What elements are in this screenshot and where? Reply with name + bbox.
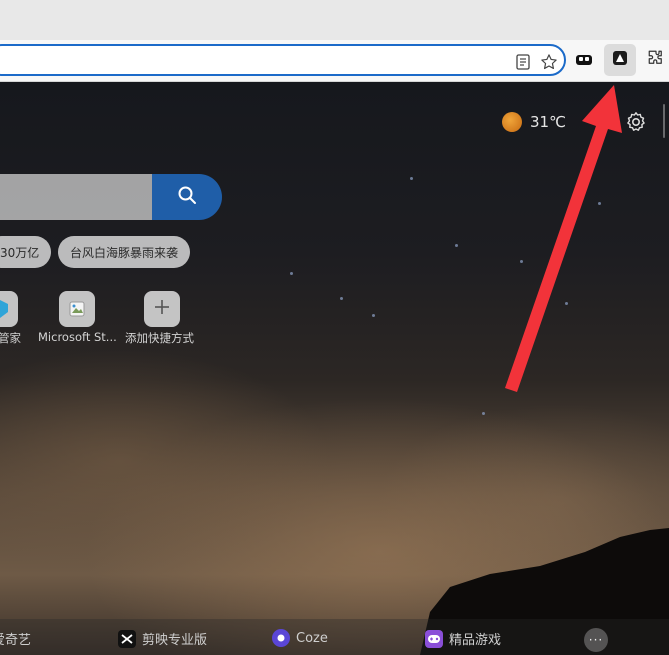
bottom-app-jianying[interactable]: 剪映专业版 [118, 629, 207, 648]
bottom-app-iqiyi[interactable]: 爱奇艺 [0, 629, 31, 648]
browser-toolbar [0, 40, 669, 82]
address-bar[interactable] [0, 44, 566, 76]
new-tab-page: 31℃ 30万亿 台风白海豚暴雨来袭 管家 Microsoft St... 添加… [0, 82, 669, 655]
app-label: 爱奇艺 [0, 633, 32, 648]
extension-active-button[interactable] [604, 44, 636, 76]
extension-toolbox-icon [575, 51, 593, 70]
jianying-icon [118, 629, 136, 648]
gamepad-icon [425, 629, 443, 648]
app-label: 精品游戏 [449, 633, 502, 648]
app-label: 剪映专业版 [142, 633, 208, 648]
extensions-puzzle-button[interactable] [640, 44, 669, 76]
coze-icon [272, 629, 290, 647]
bottom-app-bar [0, 619, 669, 655]
extension-active-icon [612, 50, 628, 70]
bottom-app-coze[interactable]: Coze [272, 629, 328, 647]
tab-strip [0, 0, 669, 40]
extensions-puzzle-icon [647, 49, 665, 71]
reader-mode-icon[interactable] [514, 53, 532, 71]
bottom-app-games[interactable]: 精品游戏 [425, 629, 501, 648]
extension-toolbox-button[interactable] [568, 44, 600, 76]
landscape-silhouette [420, 528, 669, 655]
favorite-star-icon[interactable] [540, 53, 558, 71]
app-label: Coze [296, 630, 328, 646]
more-apps-button[interactable]: ··· [584, 628, 608, 652]
